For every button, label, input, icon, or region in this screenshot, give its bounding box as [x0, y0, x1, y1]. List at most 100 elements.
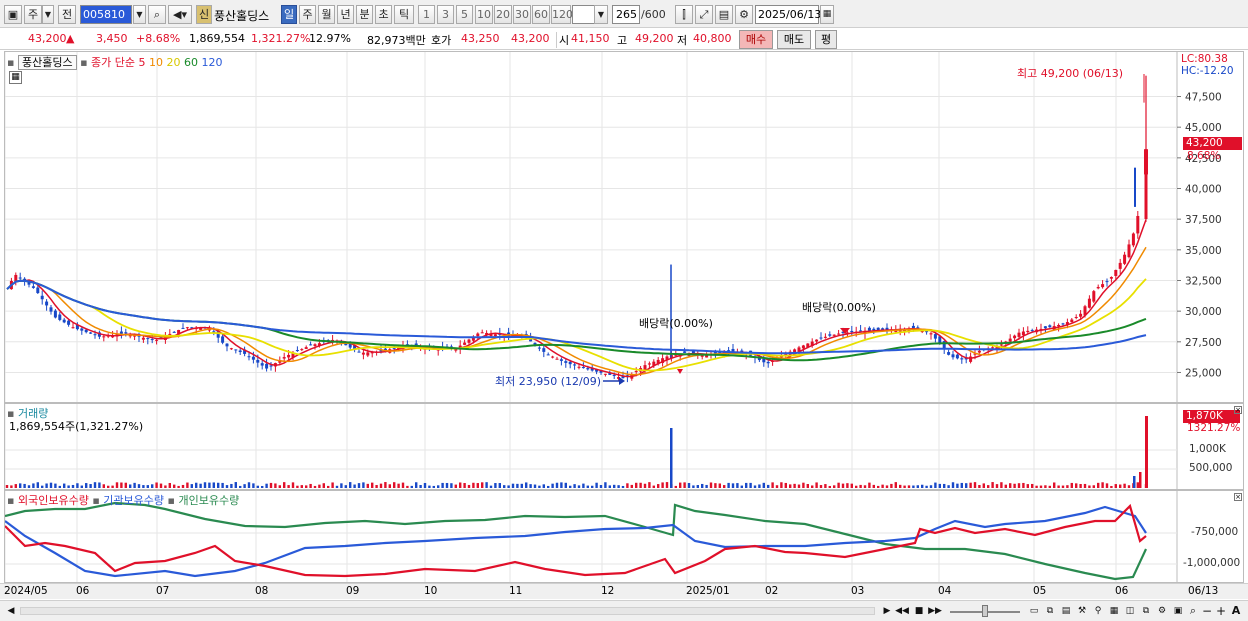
candle-body: [991, 347, 995, 349]
volume-bar: [287, 485, 290, 488]
volume-bar: [1066, 485, 1069, 488]
scroll-left-icon[interactable]: ◀: [4, 604, 18, 618]
window-menu-icon[interactable]: ▣: [4, 5, 22, 24]
zoom-out-icon[interactable]: −: [1200, 604, 1214, 618]
minute-3[interactable]: 3: [437, 5, 454, 24]
volume-bar: [305, 485, 308, 488]
volume-bar: [397, 483, 400, 488]
zoom-in-icon[interactable]: +: [1214, 604, 1228, 618]
period-dropdown-icon[interactable]: ▼: [42, 5, 54, 24]
volume-bar: [841, 483, 845, 488]
layout-3-icon[interactable]: ▤: [1059, 604, 1073, 618]
stop-icon[interactable]: ■: [912, 604, 926, 618]
layout-1-icon[interactable]: ▭: [1027, 604, 1041, 618]
stock-code-input[interactable]: 005810: [80, 5, 132, 24]
minute-30[interactable]: 30: [513, 5, 531, 24]
tool-5-icon[interactable]: ⧉: [1139, 604, 1153, 618]
tool-2-icon[interactable]: ⚲: [1091, 604, 1105, 618]
font-size-icon[interactable]: A: [1229, 604, 1243, 618]
minute-1[interactable]: 1: [418, 5, 435, 24]
volume-bar: [14, 484, 17, 488]
count-input[interactable]: 265: [612, 5, 640, 24]
candle-body: [955, 354, 959, 359]
tab-monthly[interactable]: 월: [318, 5, 335, 24]
evaluate-button[interactable]: 평: [815, 30, 837, 49]
date-input[interactable]: 2025/06/13: [755, 5, 821, 24]
period-button[interactable]: 주: [24, 5, 42, 24]
compare-icon[interactable]: ⤢: [695, 5, 713, 24]
volume-bar: [516, 483, 519, 488]
tab-tick[interactable]: 틱: [394, 5, 414, 24]
volume-bar: [10, 485, 13, 488]
minute-5[interactable]: 5: [456, 5, 473, 24]
volume-spike-dividend: [670, 428, 673, 488]
grid-toggle-icon[interactable]: ▦: [9, 71, 22, 84]
tab-yearly[interactable]: 년: [337, 5, 354, 24]
volume-chart-panel[interactable]: ▪ 거래량 1,869,554주(1,321.27%) 1,870K 1321.…: [4, 403, 1244, 490]
candle-body: [71, 327, 75, 329]
tool-3-icon[interactable]: ▦: [1107, 604, 1121, 618]
zoom-search-icon[interactable]: ⌕: [1186, 604, 1200, 618]
candle-body: [141, 337, 145, 340]
candle-body: [1013, 335, 1017, 339]
tool-1-icon[interactable]: ⚒: [1075, 604, 1089, 618]
volume-bar: [58, 485, 61, 488]
tool-4-icon[interactable]: ◫: [1123, 604, 1137, 618]
scroll-track[interactable]: [20, 607, 875, 615]
prev-button[interactable]: 전: [58, 5, 76, 24]
candle-body: [40, 295, 44, 300]
minute-60[interactable]: 60: [532, 5, 550, 24]
toolbar: ▣ 주 ▼ 전 005810 ▼ ⌕ ◀▾ 신 풍산홀딩스 일 주 월 년 분 …: [0, 0, 1248, 28]
volume-bar: [278, 485, 281, 488]
fast-forward-icon[interactable]: ▶▶: [928, 604, 942, 618]
volume-bar: [1035, 485, 1038, 488]
volume-bar: [780, 482, 783, 488]
volume-bar: [740, 485, 743, 488]
minute-120[interactable]: 120: [551, 5, 573, 24]
candle-body: [1101, 284, 1105, 288]
save-icon[interactable]: ▤: [715, 5, 733, 24]
tab-minute[interactable]: 분: [356, 5, 373, 24]
volume-bar: [115, 482, 119, 488]
candle-type-icon[interactable]: ⫿: [675, 5, 693, 24]
holding-close-icon[interactable]: ×: [1234, 493, 1242, 501]
scroll-right-icon[interactable]: ▶: [880, 604, 894, 618]
zoom-slider-handle[interactable]: [982, 605, 988, 617]
tab-second[interactable]: 초: [375, 5, 392, 24]
candle-body: [859, 330, 863, 332]
legend-stock-name[interactable]: 풍산홀딩스: [17, 55, 77, 70]
last-pct-tag: 8.68%: [1187, 150, 1221, 162]
volume-bar: [357, 483, 361, 488]
candle-body: [480, 332, 484, 334]
volume-close-icon[interactable]: ×: [1234, 406, 1242, 414]
minute-20[interactable]: 20: [494, 5, 512, 24]
speaker-icon[interactable]: ◀▾: [168, 5, 192, 24]
layout-2-icon[interactable]: ⧉: [1043, 604, 1057, 618]
tab-daily[interactable]: 일: [281, 5, 297, 24]
price-chart-panel[interactable]: 47,500 45,000 42,500 40,000 37,500 35,000 32,5…: [4, 51, 1244, 403]
volume-bar: [76, 483, 79, 488]
tool-7-icon[interactable]: ▣: [1171, 604, 1185, 618]
holding-chart-panel[interactable]: ▪ 외국인보유수량 ▪ 기관보유수량 ▪ 개인보유수량 -750,000 -1,…: [4, 490, 1244, 583]
settings-gear-icon[interactable]: ⚙: [735, 5, 753, 24]
new-listing-badge: 신: [196, 5, 212, 24]
code-dropdown-icon[interactable]: ▼: [133, 5, 146, 24]
rewind-icon[interactable]: ◀◀: [895, 604, 909, 618]
candle-body: [36, 287, 40, 294]
sell-button[interactable]: 매도: [777, 30, 811, 49]
tab-weekly[interactable]: 주: [299, 5, 316, 24]
buy-button[interactable]: 매수: [739, 30, 773, 49]
minute-10[interactable]: 10: [475, 5, 493, 24]
legend-ma10: 10: [149, 56, 164, 69]
search-icon[interactable]: ⌕: [148, 5, 166, 24]
volume-bar: [362, 482, 365, 488]
volume-bar: [995, 484, 999, 488]
volume-bar: [925, 485, 928, 488]
custom-period-dropdown-icon[interactable]: ▼: [594, 5, 608, 24]
calendar-icon[interactable]: ▦: [820, 5, 834, 24]
volume-bar: [419, 485, 422, 488]
candle-body: [837, 333, 841, 335]
tool-6-icon[interactable]: ⚙: [1155, 604, 1169, 618]
holding-tick-750k: -750,000: [1191, 526, 1239, 538]
volume-bar: [331, 482, 334, 488]
